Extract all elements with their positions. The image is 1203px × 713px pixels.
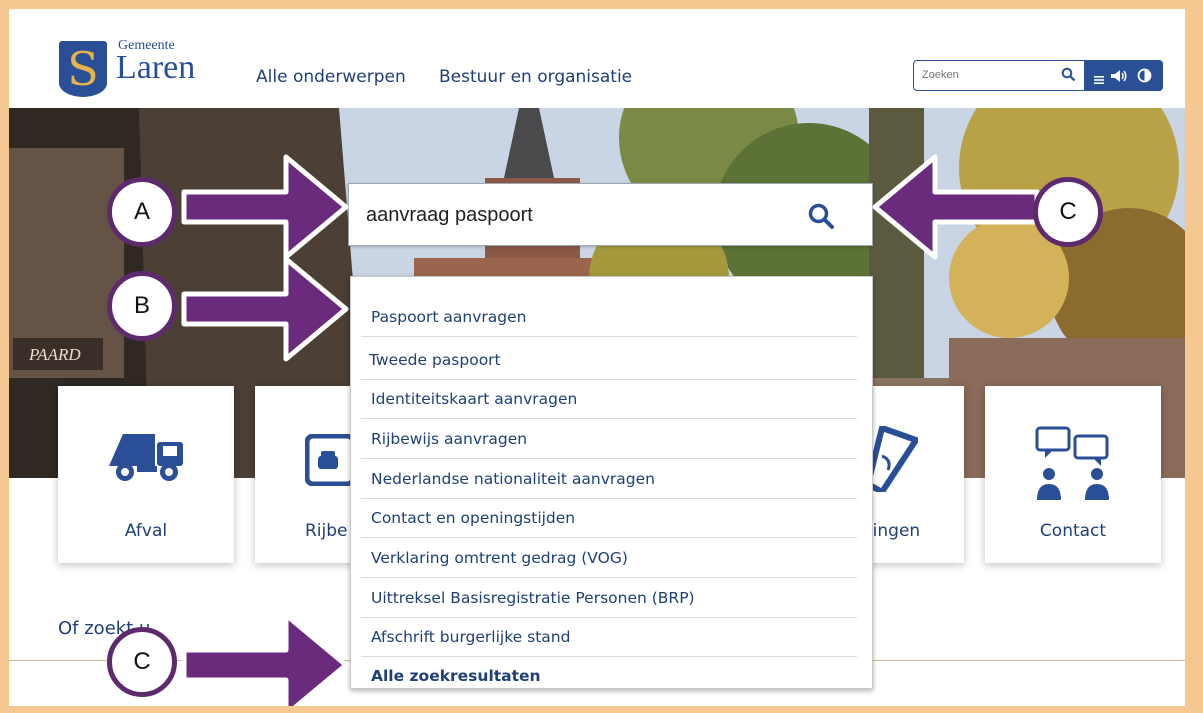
search-icon[interactable] [1061,67,1076,86]
suggestion-item[interactable]: Contact en openingstijden [361,498,857,538]
laren-logo[interactable]: S Gemeente Laren [59,37,209,99]
callout-arrow-b [181,256,349,362]
contrast-icon[interactable] [1137,68,1152,87]
tile-afval-label: Afval [124,521,168,541]
callout-badge-b: B [107,271,177,341]
callout-badge-c-bottom: C [107,627,177,697]
suggestion-item[interactable]: Afschrift burgerlijke stand [361,617,857,657]
main-search-input[interactable]: aanvraag paspoort [366,204,533,227]
callout-badge-a: A [107,177,177,247]
speaker-icon[interactable] [1110,68,1128,87]
suggestion-item[interactable]: Uittreksel Basisregistratie Personen (BR… [361,578,857,618]
contact-people-icon [1035,426,1111,506]
tile-contact[interactable]: Contact [985,386,1161,563]
tile-afval[interactable]: Afval [58,386,234,563]
permit-icon [864,424,921,497]
suggestion-item[interactable]: Nederlandse nationaliteit aanvragen [361,459,857,499]
license-card-icon [304,433,356,490]
page: S Gemeente Laren Alle onderwerpen Bestuu… [9,9,1185,706]
callout-arrow-a [181,154,349,260]
main-search-icon[interactable] [807,202,835,234]
search-suggestions-dropdown: Paspoort aanvragen Tweede paspoort Ident… [350,276,873,689]
nav-bestuur-organisatie[interactable]: Bestuur en organisatie [439,67,632,87]
callout-arrow-c-top [872,154,1040,260]
suggestion-item[interactable]: Paspoort aanvragen [361,297,857,337]
header-search [913,60,1085,91]
tile-contact-label: Contact [1039,521,1107,541]
suggestion-item[interactable]: Verklaring omtrent gedrag (VOG) [361,538,857,578]
hero-sign-text: PAARD [28,345,81,364]
logo-shield-icon: S [59,41,107,97]
logo-name: Laren [116,49,196,86]
accessibility-toolbar [1085,60,1163,91]
all-results-link[interactable]: Alle zoekresultaten [361,656,857,696]
callout-badge-c-top: C [1033,177,1103,247]
main-search-box[interactable]: aanvraag paspoort [348,183,873,246]
nav-alle-onderwerpen[interactable]: Alle onderwerpen [256,67,406,87]
suggestion-item[interactable]: Rijbewijs aanvragen [361,419,857,459]
suggestion-item[interactable]: Tweede paspoort [361,340,857,380]
suggestion-item[interactable]: Identiteitskaart aanvragen [361,379,857,419]
header-search-input[interactable] [922,69,1052,81]
menu-icon[interactable] [1094,70,1104,89]
callout-arrow-c-bottom [181,612,349,706]
garbage-truck-icon [107,428,185,490]
